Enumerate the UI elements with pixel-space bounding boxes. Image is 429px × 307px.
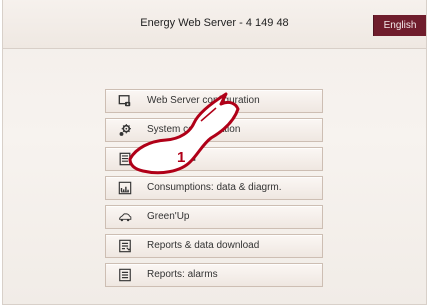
header-bar: Energy Web Server - 4 149 48 English	[3, 0, 426, 49]
menu-item-label: System configuration	[147, 124, 241, 135]
menu-item-web-server-configuration[interactable]: Web Server configuration	[105, 89, 323, 113]
alarm-report-icon	[119, 268, 131, 282]
menu-item-label: Green'Up	[147, 211, 190, 222]
report-download-icon	[119, 239, 131, 253]
server-config-icon	[118, 95, 131, 107]
menu-item-label: Dashboard	[147, 153, 196, 164]
menu-item-label: Reports & data download	[147, 240, 260, 251]
menu-item-label: Web Server configuration	[147, 95, 260, 106]
menu-item-label: Reports: alarms	[147, 269, 218, 280]
menu-item-consumptions-data-diagram[interactable]: Consumptions: data & diagrm.	[105, 176, 323, 200]
language-button[interactable]: English	[373, 15, 426, 36]
consumption-chart-icon	[118, 181, 132, 195]
menu-item-label: Consumptions: data & diagrm.	[147, 182, 282, 193]
menu-item-reports-data-download[interactable]: Reports & data download	[105, 234, 323, 258]
page-title: Energy Web Server - 4 149 48	[140, 17, 289, 29]
menu-item-reports-alarms[interactable]: Reports: alarms	[105, 263, 323, 287]
system-config-icon	[119, 124, 131, 136]
main-menu: Web Server configuration System configur…	[105, 89, 323, 292]
menu-item-system-configuration[interactable]: System configuration	[105, 118, 323, 142]
dashboard-icon	[119, 152, 131, 166]
menu-item-green-up[interactable]: Green'Up	[105, 205, 323, 229]
car-icon	[119, 213, 132, 222]
menu-item-dashboard[interactable]: Dashboard	[105, 147, 323, 171]
